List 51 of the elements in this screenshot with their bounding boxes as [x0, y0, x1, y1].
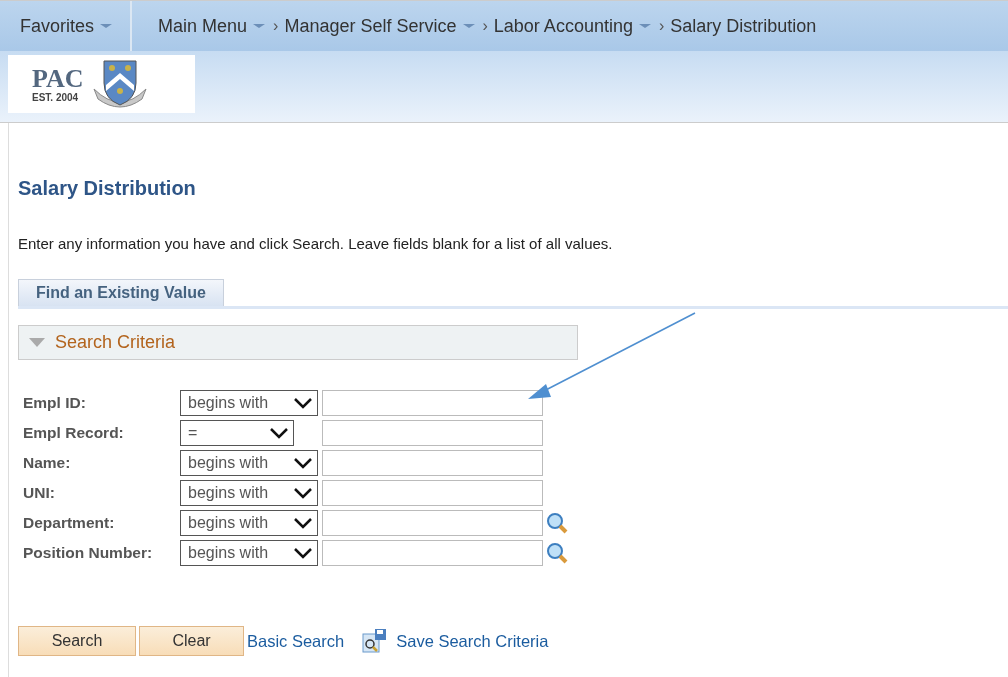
- chevron-down-icon: [293, 397, 313, 409]
- input-field[interactable]: [322, 420, 543, 446]
- page-title: Salary Distribution: [18, 176, 197, 200]
- action-button[interactable]: Search: [18, 626, 136, 656]
- chevron-down-icon: [293, 547, 313, 559]
- search-icon[interactable]: [546, 542, 568, 564]
- operator-dropdown[interactable]: =: [180, 420, 294, 446]
- input-field[interactable]: [322, 510, 543, 536]
- nav-link[interactable]: Manager Self Service: [284, 15, 457, 37]
- link[interactable]: Save Search Criteria: [396, 631, 549, 651]
- search-icon[interactable]: [546, 512, 568, 534]
- chevron-down-icon: [269, 427, 289, 439]
- logo-name: PAC: [32, 65, 84, 92]
- breadcrumb-separator: ›: [482, 17, 488, 35]
- breadcrumb-separator: ›: [273, 17, 279, 35]
- nav-link[interactable]: Favorites: [20, 15, 95, 37]
- field-label: Name:: [22, 454, 72, 472]
- link[interactable]: Basic Search: [247, 631, 345, 651]
- input-field[interactable]: [322, 390, 543, 416]
- section-title: Search Criteria: [55, 332, 176, 353]
- tab[interactable]: Find an Existing Value: [18, 279, 224, 306]
- caret-icon[interactable]: [462, 24, 475, 28]
- caret-icon[interactable]: [253, 24, 266, 28]
- nav-link[interactable]: Main Menu: [158, 15, 248, 37]
- field-label: Position Number:: [22, 544, 154, 562]
- caret-icon[interactable]: [638, 24, 651, 28]
- operator-dropdown[interactable]: begins with: [180, 540, 318, 566]
- instructions: Enter any information you have and click Search. Leave fields blank for a list of all values.: [18, 235, 614, 252]
- input-field[interactable]: [322, 450, 543, 476]
- field-label: UNI:: [22, 484, 56, 502]
- input-field[interactable]: [322, 540, 543, 566]
- input-field[interactable]: [322, 480, 543, 506]
- breadcrumb-separator: ›: [658, 17, 665, 35]
- logo-established: EST. 2004: [32, 91, 80, 103]
- operator-dropdown[interactable]: begins with: [180, 480, 318, 506]
- field-label: Empl Record:: [22, 424, 125, 442]
- chevron-down-icon: [293, 457, 313, 469]
- caret-icon[interactable]: [100, 24, 113, 28]
- triangle-icon[interactable]: [29, 338, 45, 347]
- field-label: Empl ID:: [22, 394, 87, 412]
- operator-dropdown[interactable]: begins with: [180, 390, 318, 416]
- field-label: Department:: [22, 514, 116, 532]
- chevron-down-icon: [293, 487, 313, 499]
- section-header[interactable]: Search Criteria: [18, 325, 578, 360]
- chevron-down-icon: [293, 517, 313, 529]
- nav-link[interactable]: Salary Distribution: [670, 15, 817, 37]
- action-button[interactable]: Clear: [139, 626, 244, 656]
- operator-dropdown[interactable]: begins with: [180, 450, 318, 476]
- nav-link[interactable]: Labor Accounting: [493, 15, 633, 37]
- save-search-icon[interactable]: [361, 628, 388, 654]
- operator-dropdown[interactable]: begins with: [180, 510, 318, 536]
